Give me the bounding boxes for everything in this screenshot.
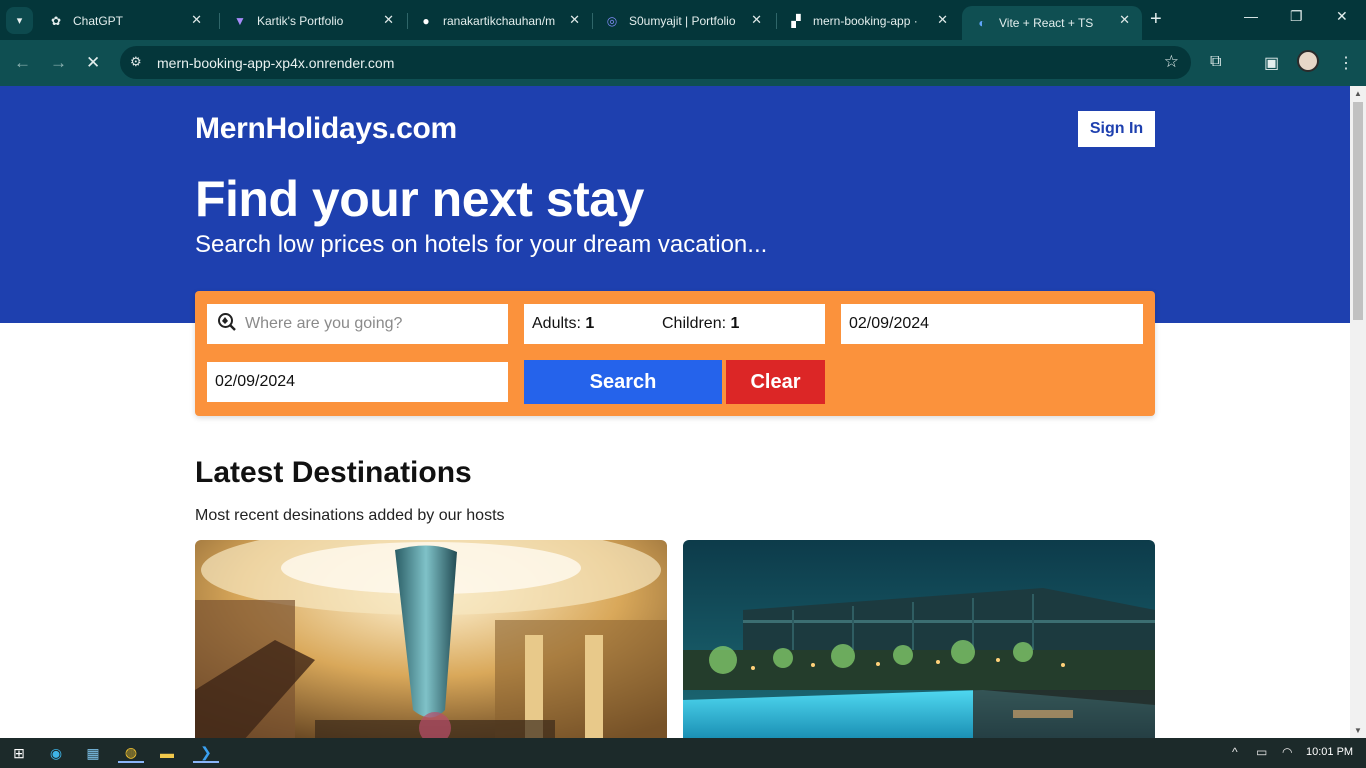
system-clock[interactable]: 10:01 PM [1306, 746, 1353, 758]
page-viewport: MernHolidays.com Sign In Find your next … [0, 86, 1350, 738]
side-panel-icon[interactable]: ▣ [1264, 53, 1279, 73]
github-icon: ● [422, 13, 430, 28]
site-logo[interactable]: MernHolidays.com [195, 112, 457, 146]
search-panel: Where are you going? Adults: 1 Children:… [195, 291, 1155, 416]
scrollbar-thumb[interactable] [1353, 102, 1363, 320]
travel-search-icon [217, 312, 237, 337]
file-explorer-icon[interactable]: ▬ [156, 743, 178, 763]
browser-tab-bar: ▾ ✿ ChatGPT ✕ ▼ Kartik's Portfolio ✕ ● r… [0, 0, 1366, 40]
tab-title: mern-booking-app · [813, 13, 918, 28]
loading-icon: ◐ [978, 16, 986, 30]
tab-search-button[interactable]: ▾ [6, 7, 33, 34]
hotel-lobby-image [195, 540, 667, 738]
store-icon[interactable]: ▦ [82, 743, 104, 763]
battery-icon[interactable]: ▭ [1256, 745, 1267, 759]
close-tab-icon[interactable]: ✕ [1119, 12, 1130, 28]
tab-github[interactable]: ● ranakartikchauhan/m ✕ [406, 6, 592, 35]
tab-title: ranakartikchauhan/m [443, 13, 556, 28]
tab-title: S0umyajit | Portfolio [629, 13, 736, 28]
menu-icon[interactable]: ⋮ [1338, 53, 1354, 73]
windows-start-icon[interactable]: ⊞ [8, 743, 30, 763]
sign-in-button[interactable]: Sign In [1078, 111, 1155, 147]
restore-icon[interactable]: ❐ [1290, 8, 1303, 25]
chrome-icon[interactable]: ◍ [118, 743, 144, 763]
vite-icon: ▼ [234, 13, 246, 28]
tab-title: Vite + React + TS [999, 16, 1094, 30]
stop-loading-icon[interactable]: ✕ [86, 53, 100, 73]
close-tab-icon[interactable]: ✕ [751, 12, 762, 28]
children-label: Children: [662, 315, 727, 332]
address-bar[interactable]: ⚙ mern-booking-app-xp4x.onrender.com ☆ [120, 46, 1191, 79]
render-icon: ▞ [791, 13, 801, 28]
rooftop-pool-image [683, 540, 1155, 738]
tab-chatgpt[interactable]: ✿ ChatGPT ✕ [36, 6, 214, 35]
latest-destinations-subtitle: Most recent desinations added by our hos… [195, 507, 505, 524]
site-info-icon[interactable]: ⚙ [130, 54, 142, 70]
close-tab-icon[interactable]: ✕ [383, 12, 394, 28]
close-tab-icon[interactable]: ✕ [191, 12, 202, 28]
close-tab-icon[interactable]: ✕ [569, 12, 580, 28]
wifi-icon[interactable]: ◠ [1282, 745, 1292, 759]
hero-subheadline: Search low prices on hotels for your dre… [195, 231, 768, 258]
tab-mern-booking-app[interactable]: ▞ mern-booking-app · ✕ [776, 6, 960, 35]
extensions-icon[interactable]: ⧉ [1210, 53, 1221, 71]
tray-chevron-icon[interactable]: ^ [1232, 745, 1238, 759]
tab-title: Kartik's Portfolio [257, 13, 344, 28]
vscode-icon[interactable]: ❯ [193, 743, 219, 763]
search-button[interactable]: Search [524, 360, 722, 404]
adults-label: Adults: [532, 315, 581, 332]
destination-placeholder: Where are you going? [245, 315, 403, 332]
close-window-icon[interactable]: ✕ [1336, 8, 1348, 25]
destination-card[interactable] [683, 540, 1155, 738]
check-in-date-input[interactable]: 02/09/2024 [841, 304, 1143, 344]
clear-button[interactable]: Clear [726, 360, 825, 404]
adults-input[interactable]: Adults: 1 [532, 315, 662, 333]
portfolio-icon: ◎ [606, 13, 618, 28]
new-tab-icon[interactable]: + [1150, 8, 1162, 31]
page-scrollbar[interactable]: ▲ ▼ [1350, 86, 1366, 738]
scroll-up-icon[interactable]: ▲ [1354, 89, 1362, 98]
tab-title: ChatGPT [73, 13, 124, 28]
minimize-icon[interactable]: — [1244, 8, 1258, 24]
adults-value: 1 [585, 315, 595, 332]
guests-field[interactable]: Adults: 1 Children: 1 [524, 304, 825, 344]
children-value: 1 [730, 315, 740, 332]
destination-card[interactable] [195, 540, 667, 738]
back-icon[interactable]: ← [14, 53, 31, 73]
url-text[interactable]: mern-booking-app-xp4x.onrender.com [157, 55, 394, 71]
browser-toolbar: ← → ✕ ⚙ mern-booking-app-xp4x.onrender.c… [0, 40, 1366, 86]
forward-icon[interactable]: → [50, 53, 67, 73]
destination-input[interactable]: Where are you going? [207, 304, 508, 344]
edge-icon[interactable]: ◉ [45, 743, 67, 763]
hero-headline: Find your next stay [195, 171, 644, 227]
latest-destinations-title: Latest Destinations [195, 456, 472, 489]
close-tab-icon[interactable]: ✕ [937, 12, 948, 28]
profile-avatar[interactable] [1297, 50, 1319, 72]
tab-vite-react-ts[interactable]: ◐ Vite + React + TS ✕ [962, 6, 1142, 40]
scroll-down-icon[interactable]: ▼ [1354, 726, 1362, 735]
check-out-date-input[interactable]: 02/09/2024 [207, 362, 508, 402]
tab-kartik-portfolio[interactable]: ▼ Kartik's Portfolio ✕ [220, 6, 406, 35]
windows-taskbar: ⊞ ◉ ▦ ◍ ▬ ❯ ^ ▭ ◠ 10:01 PM [0, 738, 1366, 768]
chatgpt-icon: ✿ [50, 13, 62, 28]
children-input[interactable]: Children: 1 [662, 315, 739, 333]
tab-s0umyajit-portfolio[interactable]: ◎ S0umyajit | Portfolio ✕ [592, 6, 774, 35]
hero-banner: MernHolidays.com Sign In Find your next … [0, 86, 1350, 323]
bookmark-star-icon[interactable]: ☆ [1164, 52, 1179, 72]
